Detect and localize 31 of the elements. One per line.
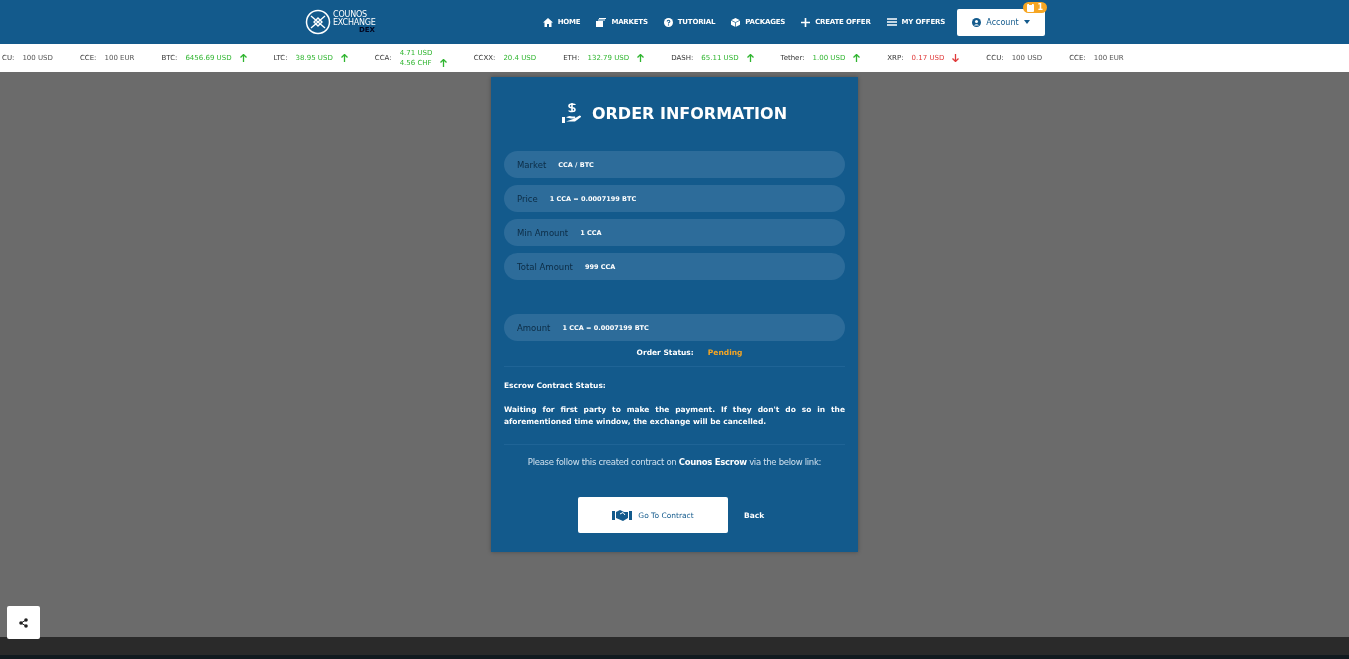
logo-icon (305, 9, 331, 35)
caret-icon (1023, 20, 1030, 24)
field-label: Market (517, 159, 547, 170)
up-arrow-icon (439, 59, 447, 67)
up-arrow-icon (239, 54, 247, 62)
field-label: Total Amount (517, 261, 573, 272)
up-arrow-icon (637, 54, 645, 62)
logo-text: COUNOS (333, 10, 367, 19)
field-label: Min Amount (517, 227, 569, 238)
stack-icon (596, 17, 607, 27)
help-icon (663, 17, 673, 27)
up-arrow-icon (746, 54, 754, 62)
plus-icon (801, 17, 811, 27)
share-icon (19, 617, 28, 628)
card-title: ORDER INFORMATION (591, 103, 788, 123)
hand-money-icon (561, 103, 582, 123)
clipboard-icon (1027, 2, 1035, 12)
up-arrow-icon (853, 54, 861, 62)
cube-icon (731, 17, 741, 27)
user-icon (972, 17, 982, 27)
logo-text: EXCHANGE (333, 18, 376, 27)
list-icon (886, 18, 897, 26)
field-label: Price (517, 193, 538, 204)
up-arrow-icon (340, 54, 348, 62)
follow-text: Please follow this created contract on Counos Escrow via the below link: (526, 457, 823, 467)
down-arrow-icon (952, 54, 960, 62)
share-button[interactable] (7, 606, 40, 639)
home-icon (542, 17, 553, 27)
field-label: Amount (517, 322, 551, 333)
notification-badge: 1 (1023, 1, 1047, 13)
handshake-icon (612, 508, 633, 522)
